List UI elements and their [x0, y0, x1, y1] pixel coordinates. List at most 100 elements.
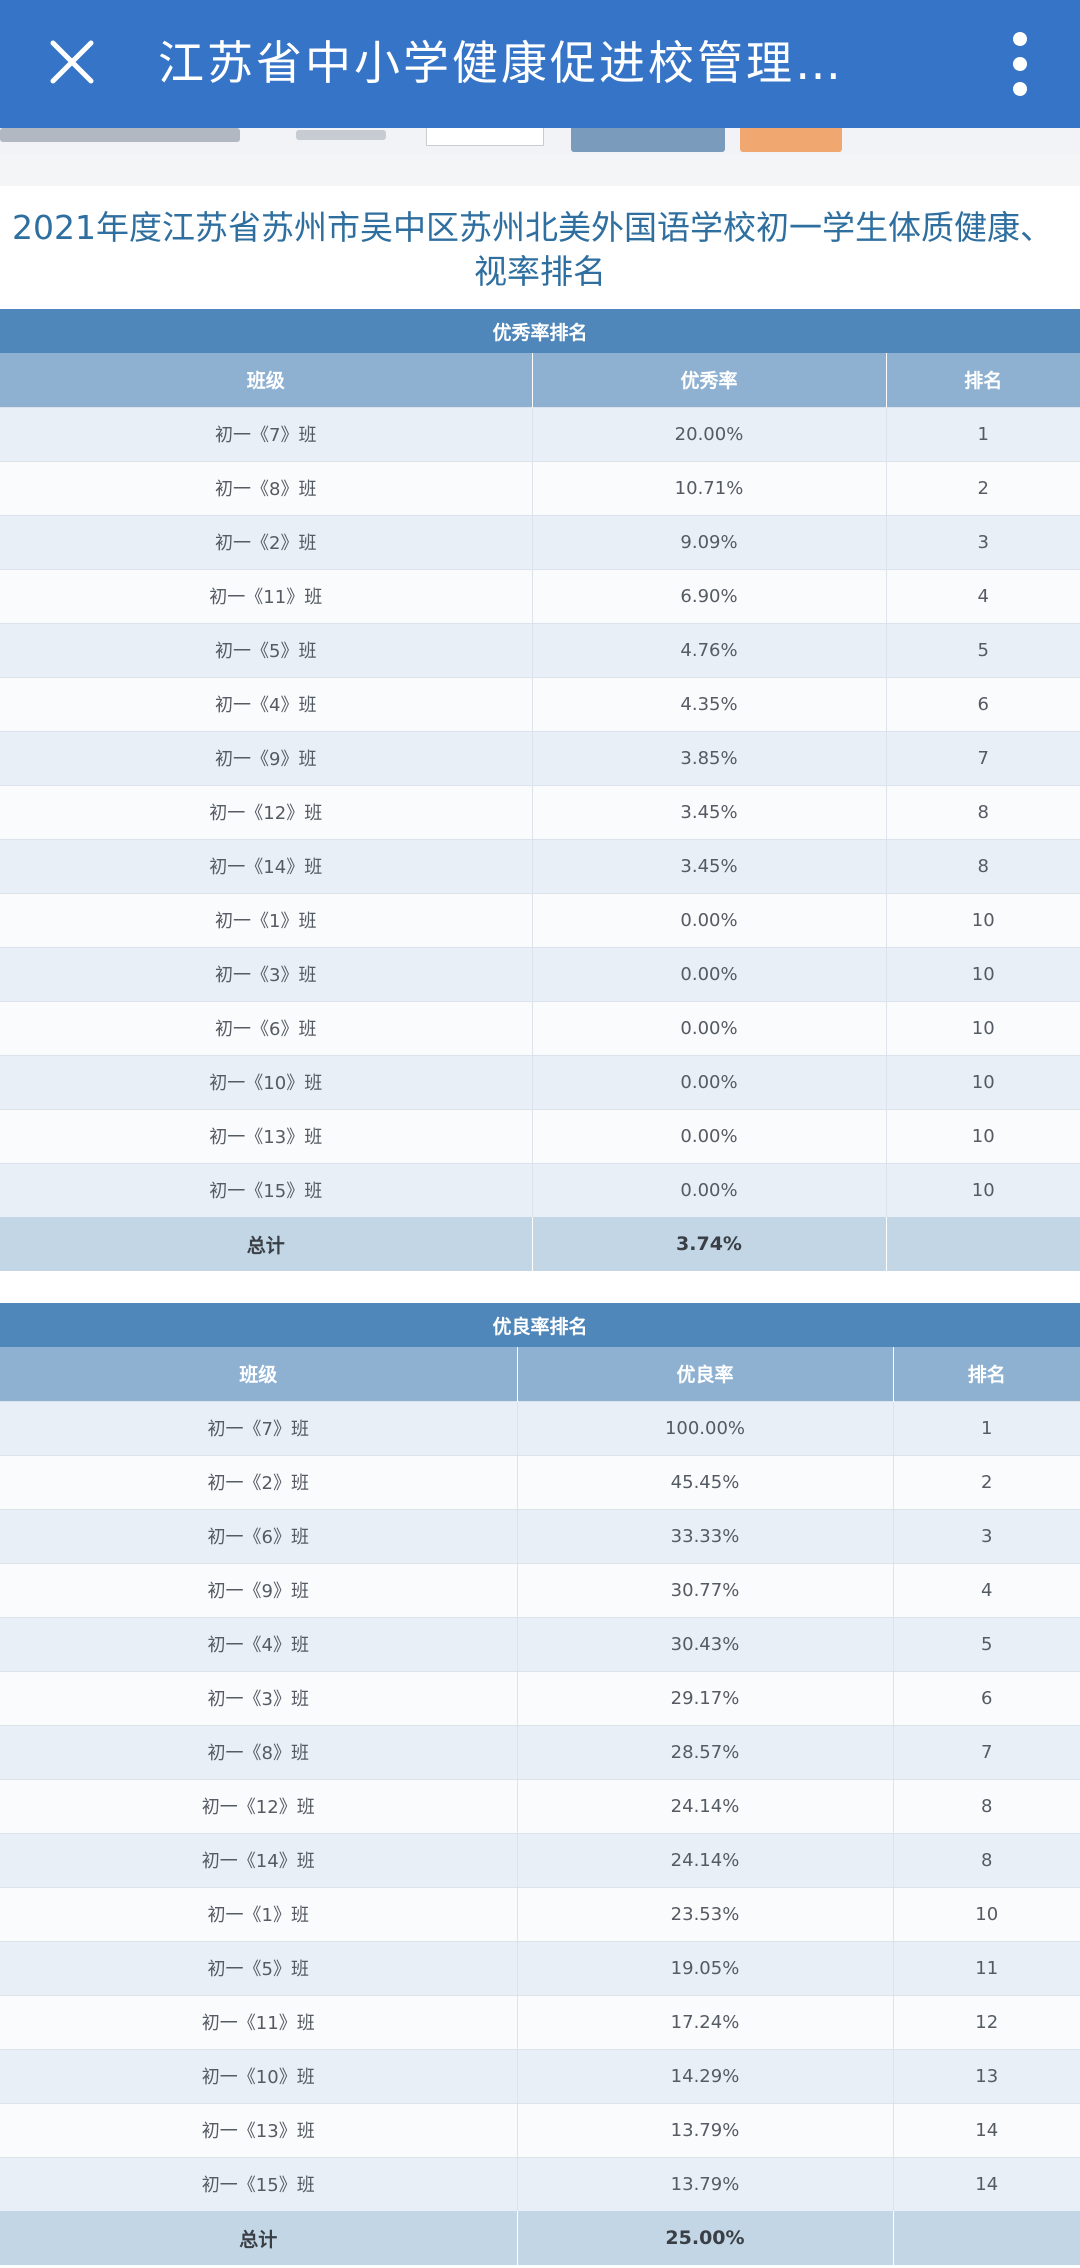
table-section-header: 优良率排名: [0, 1303, 1080, 1347]
cell-class: 初一《13》班: [0, 1108, 533, 1163]
toolbar-export-button[interactable]: [740, 128, 842, 152]
cell-rank: 3: [893, 1508, 1080, 1563]
cell-rate: 4.76%: [532, 622, 887, 677]
page: 江苏省中小学健康促进校管理… 2021年度江苏省苏州市吴中区苏州北美外国语学校初…: [0, 0, 1080, 2268]
cell-class: 初一《10》班: [0, 1054, 533, 1109]
cell-class: 初一《15》班: [0, 1162, 533, 1217]
cell-rank: 8: [886, 838, 1080, 893]
cell-class: 初一《5》班: [0, 622, 533, 677]
table-row: 初一《10》班 14.29% 13: [0, 2048, 1080, 2103]
cell-rate: 0.00%: [532, 892, 887, 947]
table-row: 初一《6》班 33.33% 3: [0, 1508, 1080, 1563]
excellent-rate-table: 优秀率排名 班级 优秀率 排名 初一《7》班 20.00% 1 初一《8》班 10.71…: [0, 309, 1080, 1271]
cell-rank: 10: [886, 1054, 1080, 1109]
cell-rate: 30.77%: [517, 1562, 894, 1617]
total-row: 总计 3.74%: [0, 1217, 1080, 1271]
cell-class: 初一《14》班: [0, 1832, 518, 1887]
cell-rank: 1: [893, 1400, 1080, 1455]
column-header-rank: 排名: [893, 1347, 1080, 1401]
close-button[interactable]: [40, 30, 104, 94]
app-bar: 江苏省中小学健康促进校管理…: [0, 0, 1080, 128]
cell-class: 初一《9》班: [0, 1562, 518, 1617]
cell-rate: 24.14%: [517, 1778, 894, 1833]
total-rate: 25.00%: [517, 2211, 894, 2265]
more-options-button[interactable]: [1000, 28, 1040, 100]
report-title-line1: 2021年度江苏省苏州市吴中区苏州北美外国语学校初一学生体质健康、: [12, 208, 1053, 247]
cell-rank: 3: [886, 514, 1080, 569]
cell-rate: 3.45%: [532, 838, 887, 893]
table-row: 初一《4》班 30.43% 5: [0, 1616, 1080, 1671]
table-row: 初一《7》班 100.00% 1: [0, 1400, 1080, 1455]
cell-class: 初一《13》班: [0, 2102, 518, 2157]
cell-rank: 1: [886, 406, 1080, 461]
table-row: 初一《14》班 3.45% 8: [0, 838, 1080, 893]
report-title: 2021年度江苏省苏州市吴中区苏州北美外国语学校初一学生体质健康、 视率排名: [0, 206, 1080, 296]
table-row: 初一《12》班 24.14% 8: [0, 1778, 1080, 1833]
column-header-rank: 排名: [886, 353, 1080, 407]
cell-class: 初一《14》班: [0, 838, 533, 893]
total-rank: [893, 2211, 1080, 2265]
cell-class: 初一《6》班: [0, 1000, 533, 1055]
cell-rate: 9.09%: [532, 514, 887, 569]
cell-rate: 0.00%: [532, 1054, 887, 1109]
app-bar-title: 江苏省中小学健康促进校管理…: [158, 36, 844, 90]
cell-rate: 45.45%: [517, 1454, 894, 1509]
cell-rank: 10: [886, 1000, 1080, 1055]
cell-rate: 0.00%: [532, 946, 887, 1001]
column-header-class: 班级: [0, 1347, 518, 1401]
total-rank: [886, 1217, 1080, 1271]
cell-rank: 2: [893, 1454, 1080, 1509]
close-icon: [50, 40, 94, 84]
cell-rank: 10: [886, 946, 1080, 1001]
cell-rate: 29.17%: [517, 1670, 894, 1725]
cell-rank: 2: [886, 460, 1080, 515]
cell-rate: 13.79%: [517, 2102, 894, 2157]
cell-rank: 8: [886, 784, 1080, 839]
cell-rate: 13.79%: [517, 2156, 894, 2211]
table-row: 初一《3》班 29.17% 6: [0, 1670, 1080, 1725]
cell-rank: 12: [893, 1994, 1080, 2049]
section-title: 优秀率排名: [0, 309, 1080, 353]
table-row: 初一《13》班 0.00% 10: [0, 1108, 1080, 1163]
cell-rate: 6.90%: [532, 568, 887, 623]
table-row: 初一《9》班 3.85% 7: [0, 730, 1080, 785]
total-label: 总计: [0, 1217, 533, 1271]
column-header-rate: 优良率: [517, 1347, 894, 1401]
table-row: 初一《5》班 4.76% 5: [0, 622, 1080, 677]
table-row: 初一《11》班 17.24% 12: [0, 1994, 1080, 2049]
cell-rank: 10: [886, 1108, 1080, 1163]
cell-rate: 24.14%: [517, 1832, 894, 1887]
toolbar-select[interactable]: [426, 128, 544, 146]
total-row: 总计 25.00%: [0, 2211, 1080, 2265]
column-header-rate: 优秀率: [532, 353, 887, 407]
cell-class: 初一《4》班: [0, 1616, 518, 1671]
cell-class: 初一《8》班: [0, 460, 533, 515]
cell-class: 初一《2》班: [0, 1454, 518, 1509]
table-row: 初一《10》班 0.00% 10: [0, 1054, 1080, 1109]
cell-class: 初一《6》班: [0, 1508, 518, 1563]
cell-rank: 10: [886, 1162, 1080, 1217]
table-row: 初一《14》班 24.14% 8: [0, 1832, 1080, 1887]
table-row: 初一《15》班 0.00% 10: [0, 1162, 1080, 1217]
cell-rate: 4.35%: [532, 676, 887, 731]
table-row: 初一《7》班 20.00% 1: [0, 406, 1080, 461]
cell-rate: 28.57%: [517, 1724, 894, 1779]
cell-rank: 6: [886, 676, 1080, 731]
scrolled-toolbar: [0, 128, 1080, 154]
cell-class: 初一《2》班: [0, 514, 533, 569]
cell-rate: 33.33%: [517, 1508, 894, 1563]
cell-class: 初一《15》班: [0, 2156, 518, 2211]
table-row: 初一《2》班 9.09% 3: [0, 514, 1080, 569]
toolbar-query-button[interactable]: [571, 128, 725, 152]
cell-class: 初一《1》班: [0, 892, 533, 947]
good-rate-table: 优良率排名 班级 优良率 排名 初一《7》班 100.00% 1 初一《2》班 45.4…: [0, 1303, 1080, 2265]
cell-class: 初一《7》班: [0, 1400, 518, 1455]
cell-rank: 14: [893, 2102, 1080, 2157]
cell-rank: 6: [893, 1670, 1080, 1725]
cell-class: 初一《1》班: [0, 1886, 518, 1941]
table-row: 初一《2》班 45.45% 2: [0, 1454, 1080, 1509]
cell-class: 初一《8》班: [0, 1724, 518, 1779]
table-column-header: 班级 优良率 排名: [0, 1347, 1080, 1401]
cell-rank: 8: [893, 1778, 1080, 1833]
table-row: 初一《12》班 3.45% 8: [0, 784, 1080, 839]
